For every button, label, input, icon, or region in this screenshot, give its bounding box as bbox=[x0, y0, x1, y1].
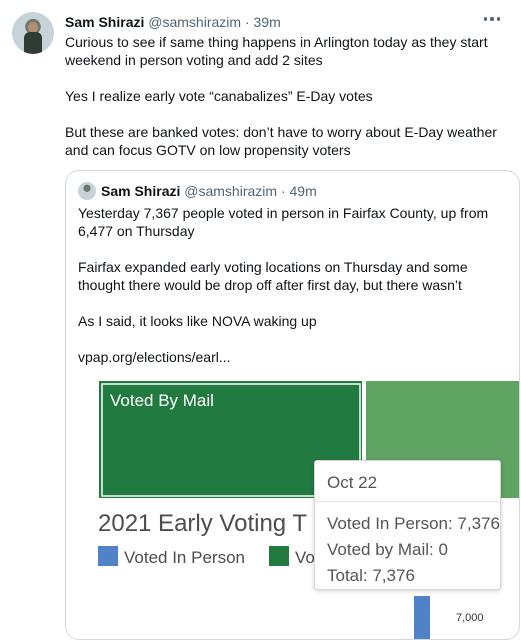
chart-image[interactable]: Voted By Mail 2021 Early Voting T Voted … bbox=[66, 376, 519, 640]
quoted-text-1: Yesterday 7,367 people voted in person i… bbox=[78, 205, 489, 239]
quoted-author-handle: @samshirazim bbox=[184, 183, 278, 199]
tooltip-divider bbox=[315, 501, 500, 502]
in-person-bar[interactable] bbox=[414, 596, 430, 640]
tweet-text-2: Yes I realize early vote “canabalizes” E… bbox=[65, 88, 373, 104]
tooltip-by-mail: Voted by Mail: 0 bbox=[327, 540, 448, 559]
tweet-text-1: Curious to see if same thing happens in … bbox=[65, 34, 488, 68]
quoted-text-2: Fairfax expanded early voting locations … bbox=[78, 259, 468, 293]
tweet[interactable]: Sam Shirazi @samshirazim · 39m Curious t… bbox=[0, 0, 521, 643]
legend-label-mail: Vo bbox=[295, 548, 315, 567]
separator-dot: · bbox=[244, 14, 250, 30]
tooltip-total: Total: 7,376 bbox=[327, 566, 415, 585]
more-options-icon[interactable] bbox=[481, 12, 503, 26]
tooltip-in-person: Voted In Person: 7,376 bbox=[327, 514, 500, 533]
quoted-header: Sam Shirazi @samshirazim · 49m bbox=[101, 182, 317, 200]
quoted-text-3: As I said, it looks like NOVA waking up bbox=[78, 313, 317, 329]
tweet-time[interactable]: 39m bbox=[254, 14, 281, 30]
quoted-link[interactable]: vpap.org/elections/earl... bbox=[78, 348, 503, 366]
quoted-time: 49m bbox=[289, 183, 317, 199]
author-name[interactable]: Sam Shirazi bbox=[65, 14, 144, 30]
axis-tick-7000: 7,000 bbox=[456, 612, 484, 624]
legend-swatch-in-person bbox=[98, 546, 118, 566]
quoted-tweet[interactable]: Sam Shirazi @samshirazim · 49m Yesterday… bbox=[65, 170, 520, 640]
quoted-author-name: Sam Shirazi bbox=[101, 183, 181, 199]
chart-title: 2021 Early Voting T bbox=[98, 510, 307, 537]
avatar-body bbox=[24, 32, 42, 54]
tweet-text-3: But these are banked votes: don’t have t… bbox=[65, 124, 497, 158]
tweet-header: Sam Shirazi @samshirazim · 39m bbox=[65, 13, 281, 31]
legend-swatch-mail bbox=[269, 546, 289, 566]
quoted-avatar bbox=[78, 182, 96, 200]
chart-tooltip: Oct 22 Voted In Person: 7,376 Voted by M… bbox=[314, 460, 501, 590]
mail-block-label: Voted By Mail bbox=[110, 391, 214, 410]
quoted-separator-dot: · bbox=[280, 183, 286, 199]
legend-label-in-person: Voted In Person bbox=[124, 548, 245, 567]
tooltip-title: Oct 22 bbox=[327, 473, 378, 492]
avatar[interactable] bbox=[12, 12, 54, 54]
author-handle[interactable]: @samshirazim bbox=[148, 14, 241, 30]
